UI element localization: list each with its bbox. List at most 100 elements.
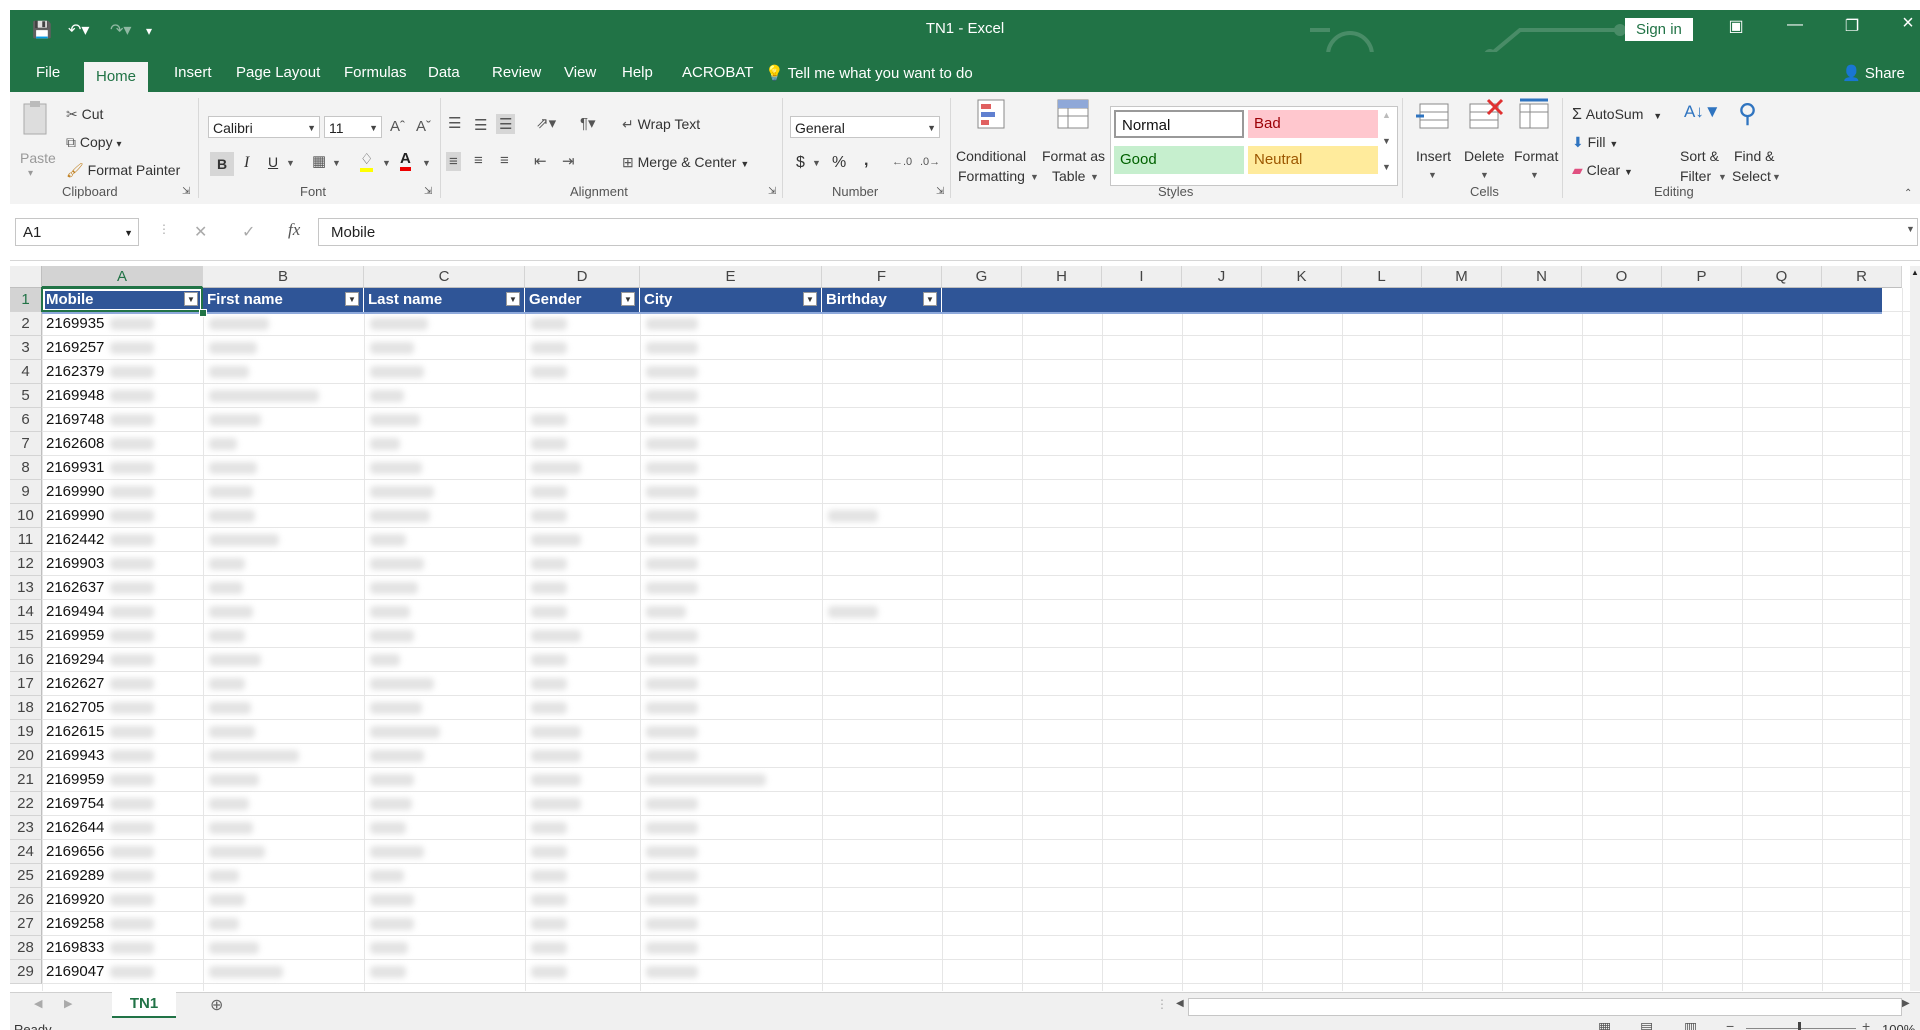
ribbon-display-options-icon[interactable]: ▣	[1716, 16, 1756, 36]
tab-page-layout[interactable]: Page Layout	[224, 60, 332, 85]
autosum-button[interactable]: Σ AutoSum ▼	[1572, 106, 1662, 124]
increase-font-size-icon[interactable]: Aˆ	[390, 118, 405, 135]
orientation-icon[interactable]: ⇗▾	[536, 114, 556, 132]
tab-home[interactable]: Home	[84, 62, 149, 95]
column-header-l[interactable]: L	[1342, 266, 1422, 288]
merge-center-button[interactable]: ⊞ Merge & Center ▼	[622, 154, 749, 171]
insert-cells-icon[interactable]	[1414, 98, 1452, 134]
font-name-dropdown[interactable]: Calibri ▼	[208, 116, 320, 138]
tab-review[interactable]: Review	[480, 60, 553, 85]
row-header[interactable]: 16	[10, 648, 42, 672]
cell-mobile[interactable]: 2169943	[42, 744, 112, 768]
row-header[interactable]: 14	[10, 600, 42, 624]
column-header-q[interactable]: Q	[1742, 266, 1822, 288]
number-format-dropdown[interactable]: General ▼	[790, 116, 940, 138]
comma-button[interactable]: ,	[864, 152, 868, 170]
tab-data[interactable]: Data	[416, 60, 472, 85]
font-color-icon[interactable]: A	[400, 150, 411, 171]
table-header-birthday[interactable]: Birthday ▼	[822, 288, 942, 312]
collapse-ribbon-icon[interactable]: ⌃	[1904, 188, 1912, 199]
currency-button[interactable]: $	[796, 154, 805, 172]
percent-button[interactable]: %	[832, 154, 846, 172]
gallery-more-icon[interactable]: ▼	[1382, 162, 1391, 172]
column-header-f[interactable]: F	[822, 266, 942, 288]
font-size-dropdown[interactable]: 11 ▼	[324, 116, 382, 138]
scroll-up-icon[interactable]: ▲	[1911, 268, 1919, 277]
cell-mobile[interactable]: 2169833	[42, 936, 112, 960]
increase-indent-icon[interactable]: ⇥	[562, 152, 575, 170]
column-header-p[interactable]: P	[1662, 266, 1742, 288]
style-bad[interactable]: Bad	[1248, 110, 1378, 138]
conditional-formatting-label-2[interactable]: Formatting	[958, 168, 1025, 184]
zoom-slider[interactable]	[1746, 1028, 1856, 1029]
chevron-down-icon[interactable]: ▼	[1718, 172, 1727, 182]
cell-mobile[interactable]: 2169959	[42, 768, 112, 792]
decrease-font-size-icon[interactable]: Aˇ	[416, 118, 431, 135]
cell-mobile[interactable]: 2169748	[42, 408, 112, 432]
row-header[interactable]: 2	[10, 312, 42, 336]
row-header[interactable]: 19	[10, 720, 42, 744]
sign-in-button[interactable]: Sign in	[1625, 18, 1693, 41]
column-header-h[interactable]: H	[1022, 266, 1102, 288]
row-header[interactable]: 28	[10, 936, 42, 960]
align-center-icon[interactable]: ≡	[474, 152, 483, 169]
scroll-left-icon[interactable]: ◀	[1176, 998, 1184, 1009]
row-header[interactable]: 3	[10, 336, 42, 360]
filter-dropdown-icon[interactable]: ▼	[621, 292, 635, 306]
paste-icon[interactable]	[20, 100, 52, 140]
clipboard-dialog-launcher-icon[interactable]: ⇲	[182, 186, 190, 197]
filter-dropdown-icon[interactable]: ▼	[803, 292, 817, 306]
tab-acrobat[interactable]: ACROBAT	[670, 60, 765, 85]
cancel-entry-icon[interactable]: ✕	[194, 222, 207, 242]
more-options-icon[interactable]: ⋮	[158, 222, 170, 236]
cell-mobile[interactable]: 2162705	[42, 696, 112, 720]
column-header-g[interactable]: G	[942, 266, 1022, 288]
chevron-down-icon[interactable]: ▼	[1530, 170, 1539, 180]
cell-mobile[interactable]: 2162615	[42, 720, 112, 744]
row-header[interactable]: 9	[10, 480, 42, 504]
filter-dropdown-icon[interactable]: ▼	[345, 292, 359, 306]
decrease-decimal-icon[interactable]: .0→	[920, 156, 940, 168]
tell-me-search[interactable]: 💡 Tell me what you want to do	[765, 64, 973, 82]
align-right-icon[interactable]: ≡	[500, 152, 509, 169]
cell-mobile[interactable]: 2169257	[42, 336, 112, 360]
tab-view[interactable]: View	[552, 60, 608, 85]
underline-button[interactable]: U	[268, 154, 278, 170]
paste-button[interactable]: Paste	[20, 150, 56, 166]
style-neutral[interactable]: Neutral	[1248, 146, 1378, 174]
zoom-out-icon[interactable]: −	[1726, 1018, 1734, 1030]
font-color-dropdown-icon[interactable]: ▼	[422, 158, 431, 168]
cut-button[interactable]: ✂ Cut	[66, 106, 103, 123]
zoom-slider-thumb[interactable]	[1798, 1022, 1801, 1030]
chevron-down-icon[interactable]: ▼	[1090, 172, 1099, 182]
select-all-button[interactable]	[10, 266, 42, 288]
gallery-scroll-up-icon[interactable]: ▲	[1382, 110, 1391, 120]
tab-file[interactable]: File	[24, 60, 72, 85]
font-dialog-launcher-icon[interactable]: ⇲	[424, 186, 432, 197]
cell-mobile[interactable]: 2162379	[42, 360, 112, 384]
insert-function-icon[interactable]: fx	[288, 220, 300, 240]
filter-dropdown-icon[interactable]: ▼	[923, 292, 937, 306]
wrap-text-button[interactable]: ↵ Wrap Text	[622, 116, 700, 133]
tab-help[interactable]: Help	[610, 60, 665, 85]
table-header-gender[interactable]: Gender ▼	[525, 288, 640, 312]
chevron-down-icon[interactable]: ▼	[1428, 170, 1437, 180]
cell-mobile[interactable]: 2162637	[42, 576, 112, 600]
formula-input[interactable]: Mobile	[318, 218, 1918, 246]
row-header[interactable]: 25	[10, 864, 42, 888]
minimize-icon[interactable]: —	[1775, 16, 1815, 34]
confirm-entry-icon[interactable]: ✓	[242, 222, 255, 242]
borders-icon[interactable]: ▦	[312, 152, 326, 170]
column-header-k[interactable]: K	[1262, 266, 1342, 288]
row-header[interactable]: 8	[10, 456, 42, 480]
conditional-formatting-icon[interactable]	[976, 98, 1012, 134]
row-header[interactable]: 20	[10, 744, 42, 768]
row-header[interactable]: 4	[10, 360, 42, 384]
row-header[interactable]: 10	[10, 504, 42, 528]
chevron-down-icon[interactable]: ▼	[1772, 172, 1781, 182]
row-header[interactable]: 26	[10, 888, 42, 912]
row-header[interactable]: 5	[10, 384, 42, 408]
underline-dropdown-icon[interactable]: ▼	[286, 158, 295, 168]
row-header[interactable]: 13	[10, 576, 42, 600]
new-sheet-icon[interactable]: ⊕	[210, 995, 223, 1015]
